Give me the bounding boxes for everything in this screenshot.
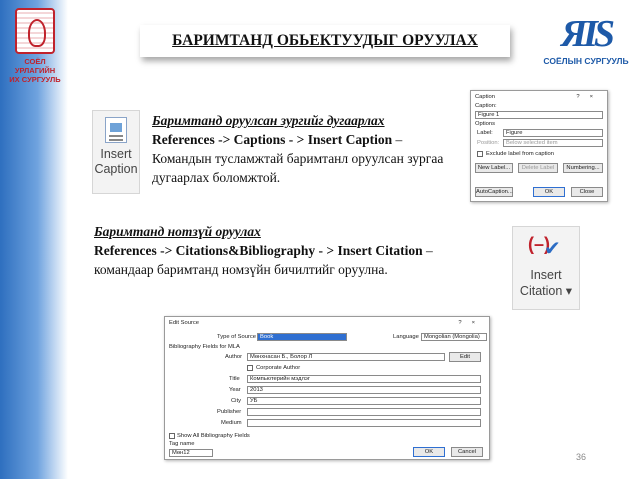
- publisher-input[interactable]: [247, 408, 481, 416]
- page-number: 36: [576, 452, 587, 462]
- city-label: City: [231, 398, 241, 404]
- caption-ok-button[interactable]: OK: [533, 187, 565, 197]
- chevron-down-icon[interactable]: ▾: [566, 284, 572, 298]
- bibliography-fields-label: Bibliography Fields for MLA: [169, 344, 240, 350]
- edit-source-controls[interactable]: ?×: [458, 317, 485, 329]
- type-of-source-select[interactable]: Book: [257, 333, 347, 341]
- corporate-author-label: Corporate Author: [256, 365, 301, 371]
- caption-label-select[interactable]: Figure: [503, 129, 603, 137]
- tag-name-input[interactable]: Мөн12: [169, 449, 213, 457]
- caption-position-select[interactable]: Below selected item: [503, 139, 603, 147]
- caption-input[interactable]: Figure 1: [475, 111, 603, 119]
- caption-dash: –: [392, 132, 403, 147]
- university-seal-icon: [15, 8, 55, 54]
- citation-heading: Баримтанд нотзүй оруулах: [94, 224, 261, 239]
- autocaption-button[interactable]: AutoCaption...: [475, 187, 513, 197]
- type-of-source-label: Type of Source: [217, 334, 256, 340]
- edit-author-button[interactable]: Edit: [449, 352, 481, 362]
- title-input[interactable]: Компьютерийн мэдлэг: [247, 375, 481, 383]
- publisher-label: Publisher: [217, 409, 242, 415]
- citation-command: References -> Citations&Bibliography - >…: [94, 243, 423, 258]
- language-select[interactable]: Mongolian (Mongolia): [421, 333, 487, 341]
- insert-caption-icon: [105, 117, 127, 143]
- insert-citation-button[interactable]: (–) ✔ Insert Citation ▾: [512, 226, 580, 310]
- school-logo-mark: ЯIS: [560, 13, 615, 55]
- show-all-fields-label: Show All Bibliography Fields: [177, 433, 250, 439]
- insert-citation-label-1: Insert: [530, 268, 562, 282]
- school-logo-right: ЯIS СОЁЛЫН СУРГУУЛЬ: [540, 14, 632, 66]
- tag-name-label: Tag name: [169, 441, 195, 447]
- show-all-fields-checkbox[interactable]: [169, 433, 175, 439]
- edit-source-title: Edit Source: [169, 320, 199, 326]
- numbering-button[interactable]: Numbering...: [563, 163, 603, 173]
- insert-citation-label-2: Citation ▾: [513, 283, 579, 299]
- caption-command: References -> Captions - > Insert Captio…: [152, 132, 393, 147]
- caption-description: Командын тусламжтай баримтанл оруулсан з…: [152, 151, 444, 185]
- title-label: Title: [229, 376, 240, 382]
- caption-instructions: Баримтанд оруулсан зургийг дугаарлах Ref…: [152, 111, 462, 187]
- caption-dialog: Caption ?× Caption: Figure 1 Options Lab…: [470, 90, 608, 202]
- caption-dialog-controls[interactable]: ?×: [576, 91, 603, 103]
- source-cancel-button[interactable]: Cancel: [451, 447, 483, 457]
- city-input[interactable]: УБ: [247, 397, 481, 405]
- university-logo-left: СОЁЛ УРЛАГИЙН ИХ СУРГУУЛЬ: [4, 8, 66, 84]
- caption-options-label: Options: [475, 121, 495, 127]
- slide-title-box: БАРИМТАНД ОБЬЕКТУУДЫГ ОРУУЛАХ: [140, 25, 510, 57]
- medium-label: Medium: [221, 420, 242, 426]
- citation-description: командаар баримтанд номзүйн бичилтийг ор…: [94, 262, 388, 277]
- checkmark-icon: ✔: [544, 238, 561, 260]
- caption-heading: Баримтанд оруулсан зургийг дугаарлах: [152, 113, 385, 128]
- language-label: Language: [393, 334, 419, 340]
- caption-position-label: Position:: [477, 140, 500, 146]
- caption-dialog-title: Caption: [475, 94, 495, 100]
- exclude-label-checkbox[interactable]: [477, 151, 483, 157]
- university-name-line2: ИХ СУРГУУЛЬ: [9, 75, 61, 84]
- edit-source-dialog: Edit Source ?× Type of Source Book Langu…: [164, 316, 490, 460]
- insert-caption-label-1: Insert: [100, 147, 132, 161]
- source-ok-button[interactable]: OK: [413, 447, 445, 457]
- corporate-author-checkbox[interactable]: [247, 365, 253, 371]
- caption-close-button[interactable]: Close: [571, 187, 603, 197]
- insert-citation-label-text: Citation: [519, 284, 563, 298]
- caption-dialog-header: Caption ?×: [471, 91, 607, 103]
- citation-instructions: Баримтанд нотзүй оруулах References -> C…: [94, 222, 512, 279]
- insert-citation-icon: (–) ✔: [526, 234, 566, 264]
- author-input[interactable]: Мөнхнасан Б., Болор Л: [247, 353, 445, 361]
- delete-label-button[interactable]: Delete Label: [518, 163, 558, 173]
- university-name: СОЁЛ УРЛАГИЙН ИХ СУРГУУЛЬ: [4, 57, 66, 84]
- year-input[interactable]: 2013: [247, 386, 481, 394]
- school-name: СОЁЛЫН СУРГУУЛЬ: [543, 56, 629, 66]
- new-label-button[interactable]: New Label...: [475, 163, 513, 173]
- medium-input[interactable]: [247, 419, 481, 427]
- university-name-line1: СОЁЛ УРЛАГИЙН: [14, 57, 56, 75]
- year-label: Year: [229, 387, 241, 393]
- exclude-label-text: Exclude label from caption: [486, 151, 554, 157]
- insert-caption-button[interactable]: Insert Caption: [92, 110, 140, 194]
- edit-source-header: Edit Source ?×: [165, 317, 489, 329]
- caption-field-label: Caption:: [475, 103, 497, 109]
- insert-caption-label-2: Caption: [94, 162, 138, 176]
- caption-label-label: Label:: [477, 130, 493, 136]
- slide-title: БАРИМТАНД ОБЬЕКТУУДЫГ ОРУУЛАХ: [172, 32, 478, 49]
- author-label: Author: [225, 354, 243, 360]
- citation-dash: –: [422, 243, 433, 258]
